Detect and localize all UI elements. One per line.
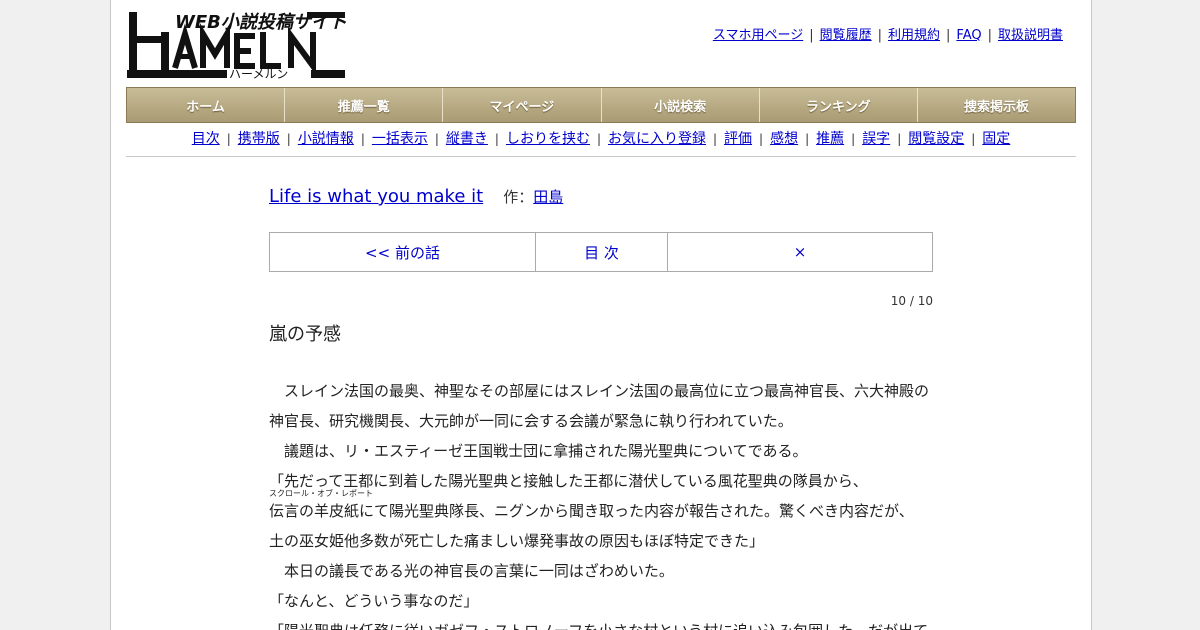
separator: |: [759, 132, 764, 146]
chapter-title: 嵐の予感: [269, 324, 341, 345]
subnav-show-all[interactable]: 一括表示: [372, 131, 428, 147]
nav-recommendations[interactable]: 推薦一覧: [285, 88, 444, 122]
nav-search-board[interactable]: 捜索掲示板: [918, 88, 1075, 122]
body-line: 「なんと、どういう事なのだ」: [269, 592, 479, 610]
separator: |: [897, 132, 902, 146]
body-line: スレイン法国の最奥、神聖なその部屋にはスレイン法国の最高位に立つ最高神官長、六大…: [269, 382, 930, 400]
ruby-text: スクロール・オブ・レポート伝言の羊皮紙: [269, 490, 373, 526]
separator: |: [596, 132, 601, 146]
body-line-rest: にて陽光聖典隊長、ニグンから聞き取った内容が報告された。驚くべき内容だが、: [359, 502, 914, 520]
author-label: 作：: [503, 188, 534, 206]
body-line: 議題は、リ・エスティーゼ王国戦士団に拿捕された陽光聖典についてである。: [269, 442, 808, 460]
subnav-review[interactable]: 感想: [770, 131, 798, 147]
novel-header: Life is what you make it 作：田島: [269, 186, 563, 207]
body-line: 「陽光聖典は任務に従いガゼフ・ストロノーフを小さな村という村に追い込み包囲した。…: [269, 616, 939, 630]
subnav-rating[interactable]: 評価: [724, 131, 752, 147]
body-line: 土の巫女姫他多数が死亡した痛ましい爆発事故の原因もほぼ特定できた」: [269, 532, 765, 550]
page-count: 10 / 10: [890, 294, 933, 308]
link-manual[interactable]: 取扱説明書: [998, 28, 1063, 43]
separator: |: [286, 132, 291, 146]
separator: |: [946, 28, 951, 43]
subnav-vertical[interactable]: 縦書き: [446, 131, 488, 147]
subnav-mobile[interactable]: 携帯版: [238, 131, 280, 147]
body-line: スクロール・オブ・レポート伝言の羊皮紙にて陽光聖典隊長、ニグンから聞き取った内容…: [269, 490, 939, 526]
separator: |: [360, 132, 365, 146]
nav-my-page[interactable]: マイページ: [443, 88, 602, 122]
sub-nav: 目次 | 携帯版 | 小説情報 | 一括表示 | 縦書き | しおりを挟む | お気に入り登録 | 評価 | 感…: [126, 128, 1076, 157]
subnav-fixed[interactable]: 固定: [982, 131, 1010, 147]
main-nav: ホーム 推薦一覧 マイページ 小説検索 ランキング 捜索掲示板: [126, 87, 1076, 123]
body-line: 本日の議長である光の神官長の言葉に一同はざわめいた。: [269, 562, 674, 580]
top-links: スマホ用ページ | 閲覧履歴 | 利用規約 | FAQ | 取扱説明書: [713, 24, 1063, 43]
body-line: 神官長、研究機関長、大元帥が一同に会する会議が緊急に執り行われていた。: [269, 412, 793, 430]
ruby-base: 伝言の羊皮紙: [269, 502, 360, 520]
subnav-novel-info[interactable]: 小説情報: [298, 131, 354, 147]
link-smartphone-page[interactable]: スマホ用ページ: [713, 28, 803, 43]
ruby-annotation: スクロール・オブ・レポート: [269, 489, 373, 498]
separator: |: [851, 132, 856, 146]
author-link[interactable]: 田島: [533, 188, 563, 206]
subnav-recommend[interactable]: 推薦: [816, 131, 844, 147]
subnav-typo[interactable]: 誤字: [862, 131, 890, 147]
separator: |: [809, 28, 814, 43]
link-faq[interactable]: FAQ: [956, 28, 981, 43]
separator: |: [805, 132, 810, 146]
novel-title-link[interactable]: Life is what you make it: [269, 186, 483, 207]
nav-novel-search[interactable]: 小説検索: [602, 88, 760, 122]
separator: |: [226, 132, 231, 146]
subnav-toc[interactable]: 目次: [192, 131, 220, 147]
separator: |: [713, 132, 718, 146]
separator: |: [434, 132, 439, 146]
prev-episode-button[interactable]: << 前の話: [270, 233, 536, 271]
separator: |: [971, 132, 976, 146]
next-episode-button[interactable]: ×: [668, 233, 932, 271]
hameln-logo-graphic: WEB小説投稿サイト ハーメルン: [127, 12, 347, 81]
subnav-bookmark[interactable]: しおりを挟む: [506, 131, 590, 147]
subnav-view-settings[interactable]: 閲覧設定: [908, 131, 964, 147]
logo-kana: ハーメルン: [229, 67, 288, 80]
nav-ranking[interactable]: ランキング: [760, 88, 918, 122]
separator: |: [987, 28, 992, 43]
link-terms[interactable]: 利用規約: [888, 28, 940, 43]
episode-nav: << 前の話 目 次 ×: [269, 232, 933, 272]
link-history[interactable]: 閲覧履歴: [820, 28, 872, 43]
page-container: WEB小説投稿サイト ハーメルン スマホ用ページ | 閲覧履歴 | 利用規約 | FAQ | 取…: [110, 0, 1092, 630]
nav-home[interactable]: ホーム: [127, 88, 286, 122]
subnav-favorite[interactable]: お気に入り登録: [608, 131, 706, 147]
separator: |: [877, 28, 882, 43]
hameln-logo[interactable]: WEB小説投稿サイト ハーメルン: [127, 10, 347, 81]
toc-button[interactable]: 目 次: [536, 233, 668, 271]
separator: |: [494, 132, 499, 146]
chapter-body: スレイン法国の最奥、神聖なその部屋にはスレイン法国の最高位に立つ最高神官長、六大…: [269, 376, 939, 630]
